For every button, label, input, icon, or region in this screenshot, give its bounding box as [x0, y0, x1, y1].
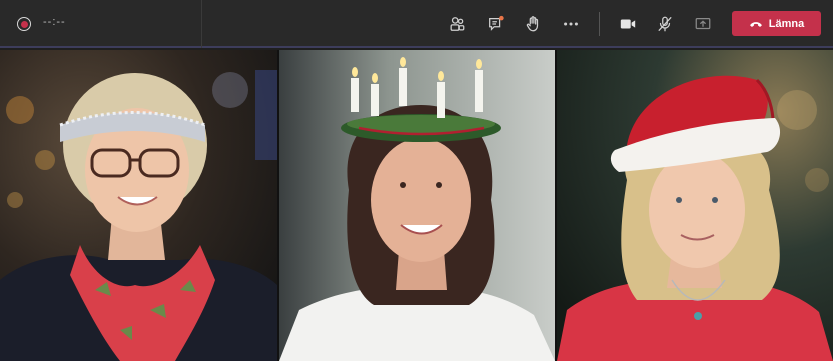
participant-3-image: [557, 50, 833, 361]
toolbar-divider: [201, 0, 202, 48]
raise-hand-icon[interactable]: [520, 11, 546, 37]
participant-2-video[interactable]: [279, 50, 555, 361]
mic-off-icon[interactable]: [652, 11, 678, 37]
meeting-toolbar: --:-- Lämna: [0, 0, 833, 48]
share-icon[interactable]: [690, 11, 716, 37]
video-grid: [0, 50, 833, 361]
participant-1-video[interactable]: [0, 50, 277, 361]
chat-icon[interactable]: [483, 11, 509, 37]
phone-hangup-icon: [749, 21, 762, 27]
leave-label: Lämna: [768, 17, 805, 30]
toolbar-separator: [599, 12, 600, 36]
participant-1-image: [0, 50, 277, 361]
camera-icon[interactable]: [615, 11, 641, 37]
record-icon[interactable]: [13, 13, 35, 35]
more-icon[interactable]: [558, 11, 584, 37]
participant-2-image: [279, 50, 555, 361]
participant-3-video[interactable]: [557, 50, 833, 361]
leave-button[interactable]: Lämna: [732, 11, 821, 36]
people-icon[interactable]: [444, 11, 470, 37]
meeting-timer: --:--: [43, 16, 66, 28]
